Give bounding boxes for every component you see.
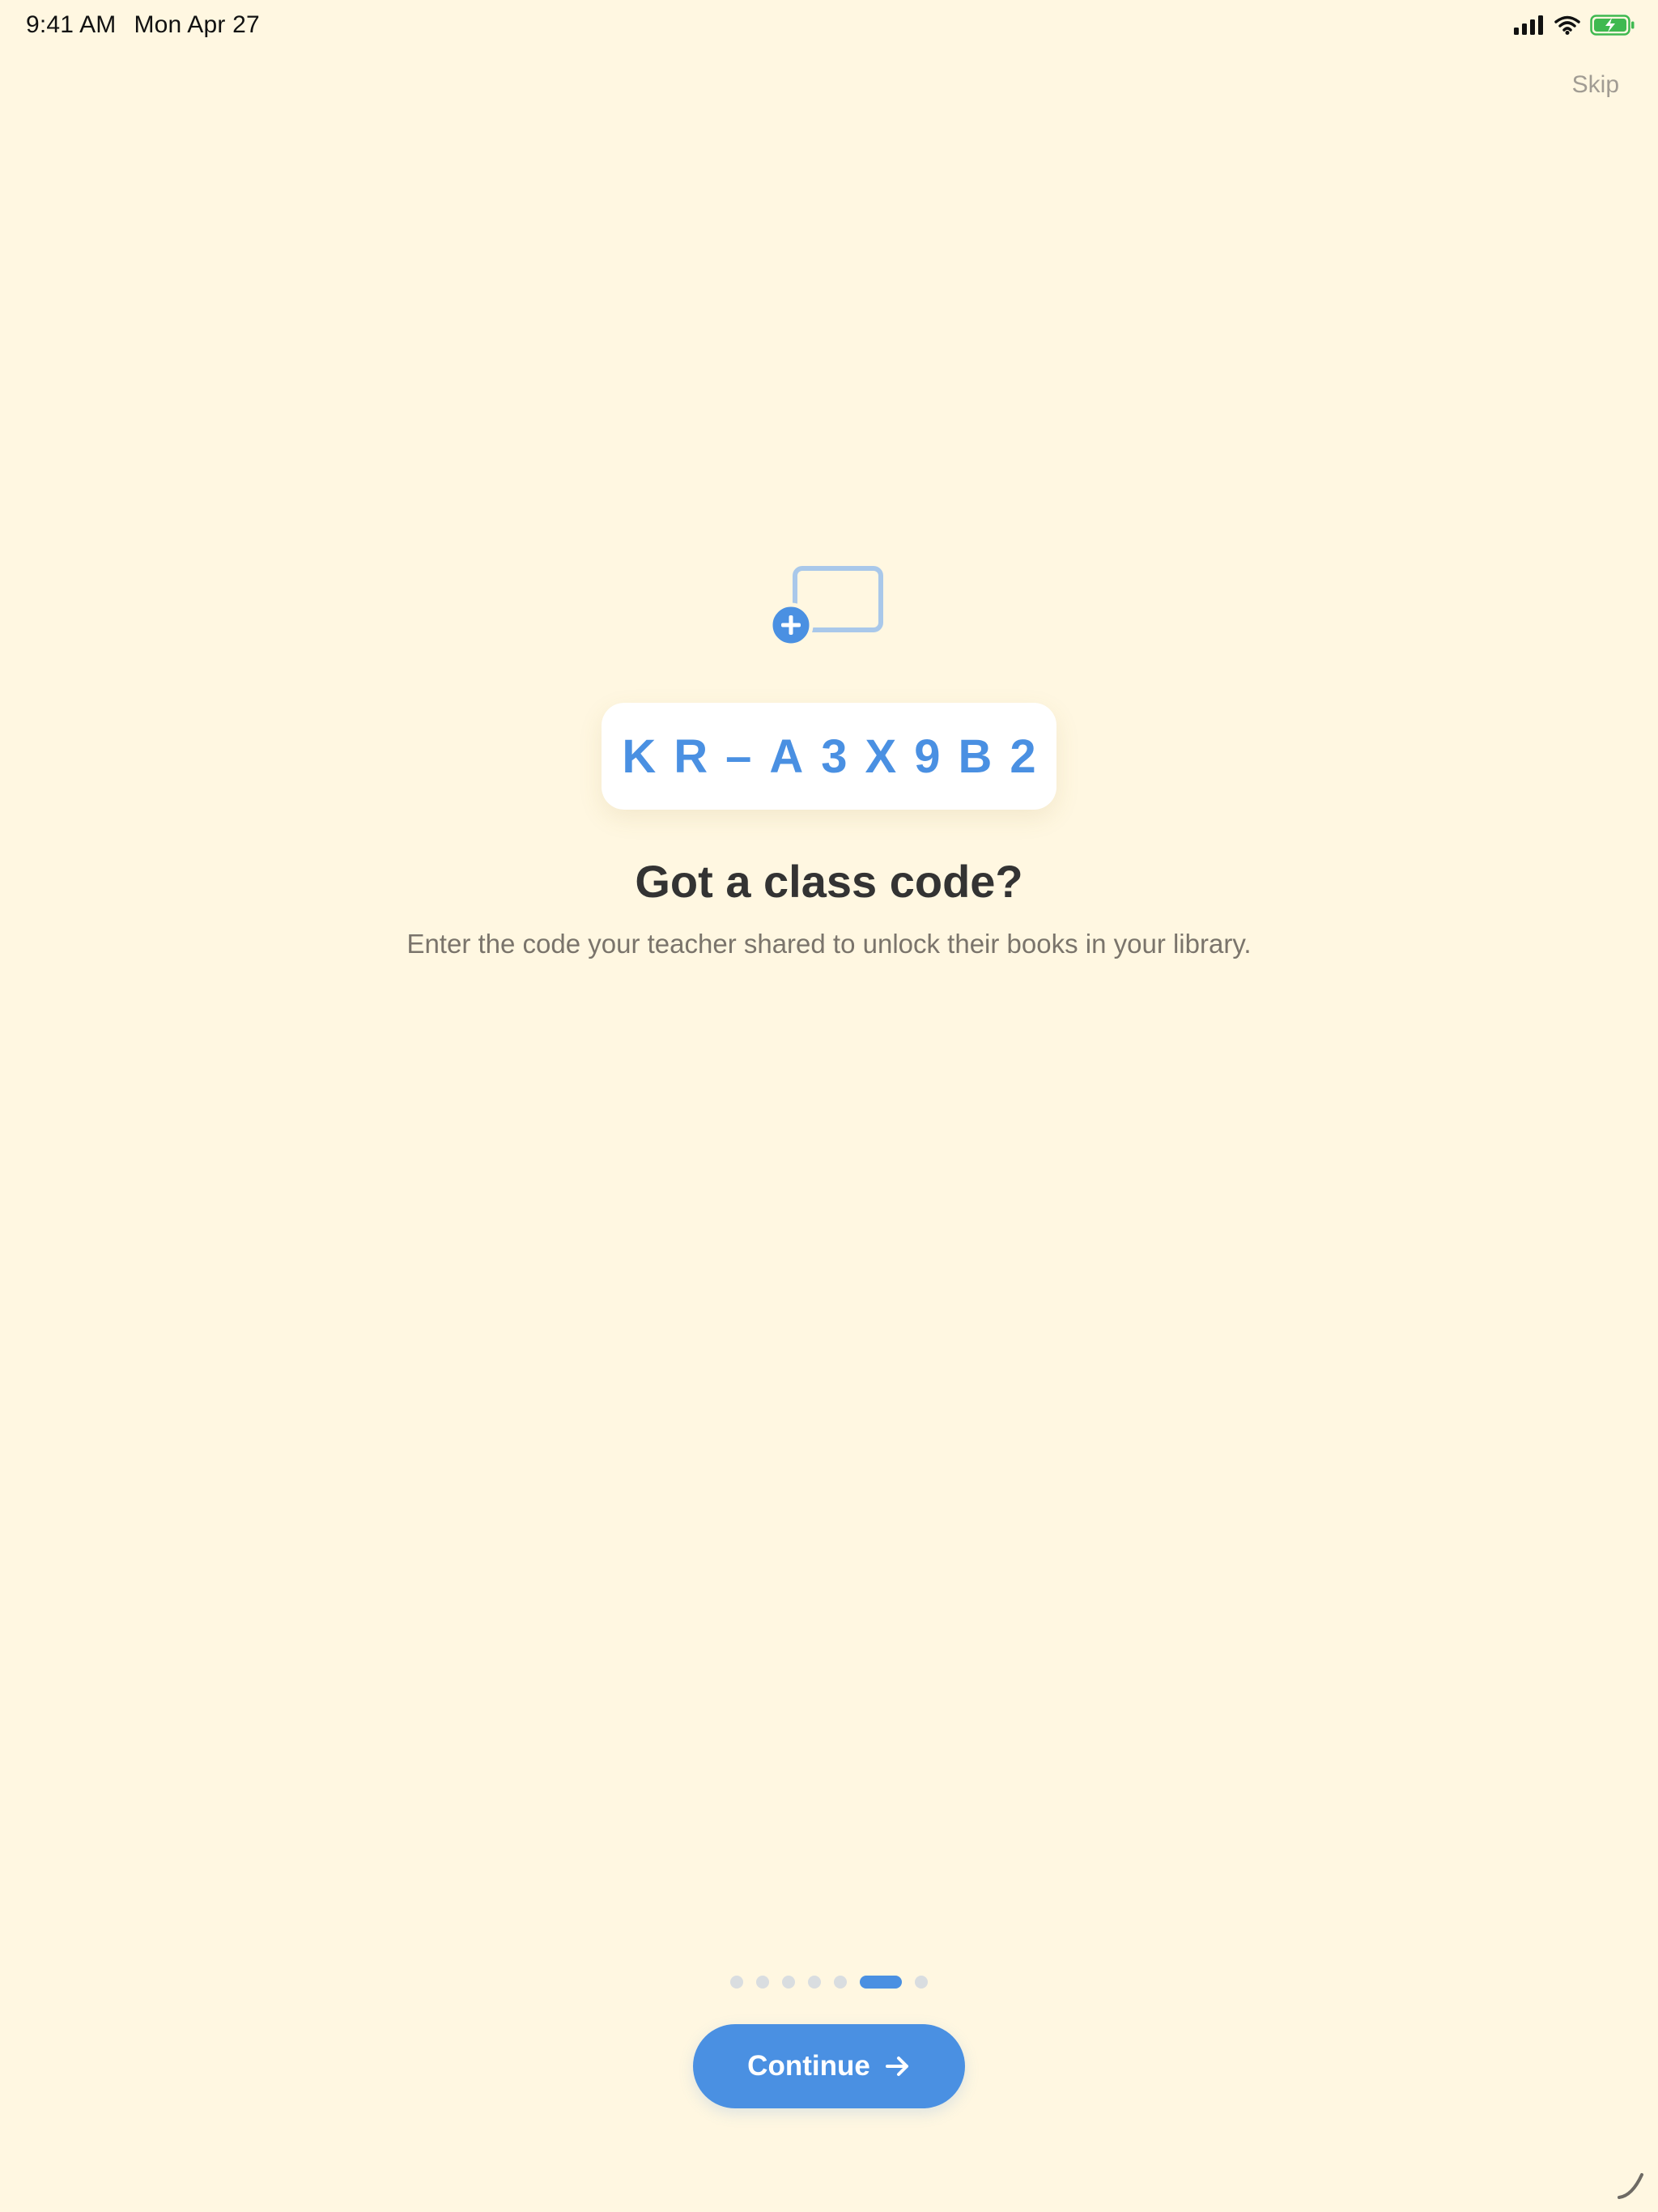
- page-dot: [915, 1976, 928, 1989]
- continue-label: Continue: [747, 2050, 870, 2082]
- page-dot-active: [860, 1976, 902, 1989]
- class-code-example: KR–A3X9B2: [622, 730, 1054, 783]
- scribble-indicator-icon: [1618, 2173, 1643, 2199]
- page-indicator: [0, 1976, 1658, 1989]
- status-bar-right: [1514, 15, 1635, 36]
- page-dot: [756, 1976, 769, 1989]
- wifi-icon: [1554, 15, 1580, 35]
- page-subtitle: Enter the code your teacher shared to un…: [406, 929, 1252, 959]
- arrow-right-icon: [885, 2057, 908, 2076]
- page-title: Got a class code?: [635, 856, 1023, 907]
- page-dot: [834, 1976, 847, 1989]
- status-time: 9:41 AM: [26, 11, 117, 38]
- onboarding-hero: KR–A3X9B2 Got a class code? Enter the co…: [0, 559, 1658, 959]
- page-dot: [730, 1976, 743, 1989]
- status-bar: 9:41 AM Mon Apr 27: [0, 0, 1658, 52]
- signal-icon: [1514, 15, 1543, 35]
- skip-button[interactable]: Skip: [1572, 71, 1619, 99]
- continue-button[interactable]: Continue: [693, 2024, 965, 2108]
- battery-charging-icon: [1590, 15, 1635, 36]
- add-class-icon: [768, 566, 883, 648]
- class-code-card: KR–A3X9B2: [602, 703, 1056, 810]
- page-dot: [808, 1976, 821, 1989]
- status-date: Mon Apr 27: [134, 11, 260, 38]
- status-bar-left: 9:41 AM Mon Apr 27: [26, 11, 260, 39]
- page-dot: [782, 1976, 795, 1989]
